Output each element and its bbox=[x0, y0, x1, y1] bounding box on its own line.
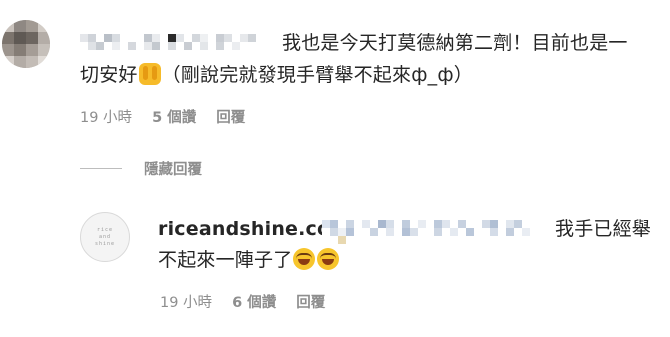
rolling-on-floor-laughing-emoji-icon bbox=[293, 248, 316, 270]
hide-replies-label[interactable]: 隱藏回覆 bbox=[144, 158, 202, 179]
hide-replies-toggle[interactable]: 隱藏回覆 bbox=[80, 158, 202, 179]
comment-text-part1: 切安好 bbox=[80, 64, 138, 86]
comment-timestamp[interactable]: 19 小時 bbox=[80, 108, 132, 128]
logo-line-1: rice bbox=[96, 226, 114, 233]
logo-line-3: shine bbox=[94, 240, 116, 247]
commenter-avatar[interactable] bbox=[2, 20, 50, 68]
comment-text-part2: （剛說完就發現手臂舉不起來ф_ф） bbox=[161, 64, 473, 86]
logo-line-2: and bbox=[98, 233, 112, 240]
comment-likes[interactable]: 5 個讚 bbox=[152, 108, 196, 128]
reply-timestamp[interactable]: 19 小時 bbox=[160, 293, 212, 313]
reply-username[interactable]: riceandshine.co bbox=[158, 218, 330, 240]
rolling-on-floor-laughing-emoji-icon bbox=[317, 248, 340, 270]
comment-meta: 19 小時 5 個讚 回覆 bbox=[80, 108, 245, 128]
reply-text-part: 不起來一陣子了 bbox=[158, 249, 293, 271]
reply-text-line2: 不起來一陣子了 bbox=[158, 246, 340, 274]
reply-likes[interactable]: 6 個讚 bbox=[232, 293, 276, 313]
comment-reply-button[interactable]: 回覆 bbox=[216, 108, 245, 128]
reply-reply-button[interactable]: 回覆 bbox=[296, 293, 325, 313]
comment-text-line2: 切安好 （剛說完就發現手臂舉不起來ф_ф） bbox=[80, 61, 473, 89]
brand-logo: rice and shine bbox=[95, 227, 115, 248]
commenter-username-redacted[interactable] bbox=[80, 34, 272, 50]
reply-text-after-mention: 我手已經舉 bbox=[555, 218, 652, 240]
comment-text-line1: 我也是今天打莫德納第二劑！目前也是一 bbox=[282, 32, 628, 54]
raising-hands-emoji-icon bbox=[138, 63, 161, 85]
reply-mention-redacted[interactable] bbox=[322, 220, 546, 244]
divider-line bbox=[80, 168, 122, 169]
riceandshine-avatar[interactable]: rice and shine bbox=[80, 212, 130, 262]
reply-meta: 19 小時 6 個讚 回覆 bbox=[160, 293, 325, 313]
